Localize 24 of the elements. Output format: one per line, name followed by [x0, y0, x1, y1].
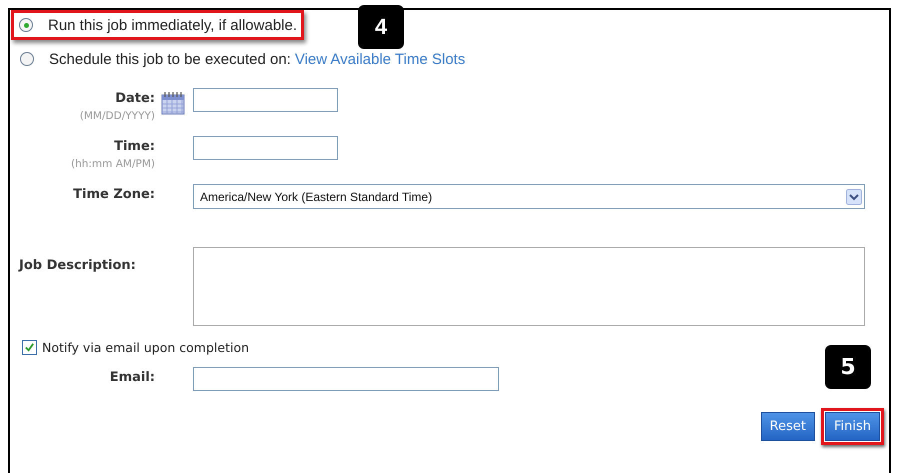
field-label: Date:: [114, 90, 155, 106]
finish-button[interactable]: Finish: [824, 412, 880, 441]
field-label: Email:: [108, 369, 155, 385]
radio-button[interactable]: [19, 18, 33, 32]
date-field[interactable]: [193, 88, 338, 112]
field-label: Time Zone:: [72, 186, 155, 202]
format-hint: (MM/DD/YYYY): [78, 110, 155, 122]
job-description-field[interactable]: [193, 247, 865, 326]
field-label: Job Description:: [19, 257, 137, 273]
format-hint: (hh:mm AM/PM): [70, 158, 155, 170]
time-slots-link[interactable]: View Available Time Slots: [294, 50, 466, 68]
callout-badge: 5: [825, 345, 871, 389]
field-label: Time:: [113, 138, 155, 154]
reset-button[interactable]: Reset: [760, 412, 815, 441]
checkbox-label[interactable]: Notify via email upon completion: [42, 340, 250, 355]
radio-button[interactable]: [20, 52, 34, 66]
time-field[interactable]: [193, 136, 338, 160]
callout-badge: 4: [358, 5, 404, 49]
radio-label[interactable]: Schedule this job to be executed on:: [49, 50, 291, 68]
checkbox[interactable]: [22, 340, 37, 355]
email-field[interactable]: [193, 367, 499, 391]
time-zone-dropdown[interactable]: America/New York (Eastern Standard Time): [193, 184, 865, 209]
radio-label[interactable]: Run this job immediately, if allowable.: [48, 16, 298, 34]
calendar-icon[interactable]: [161, 91, 185, 115]
